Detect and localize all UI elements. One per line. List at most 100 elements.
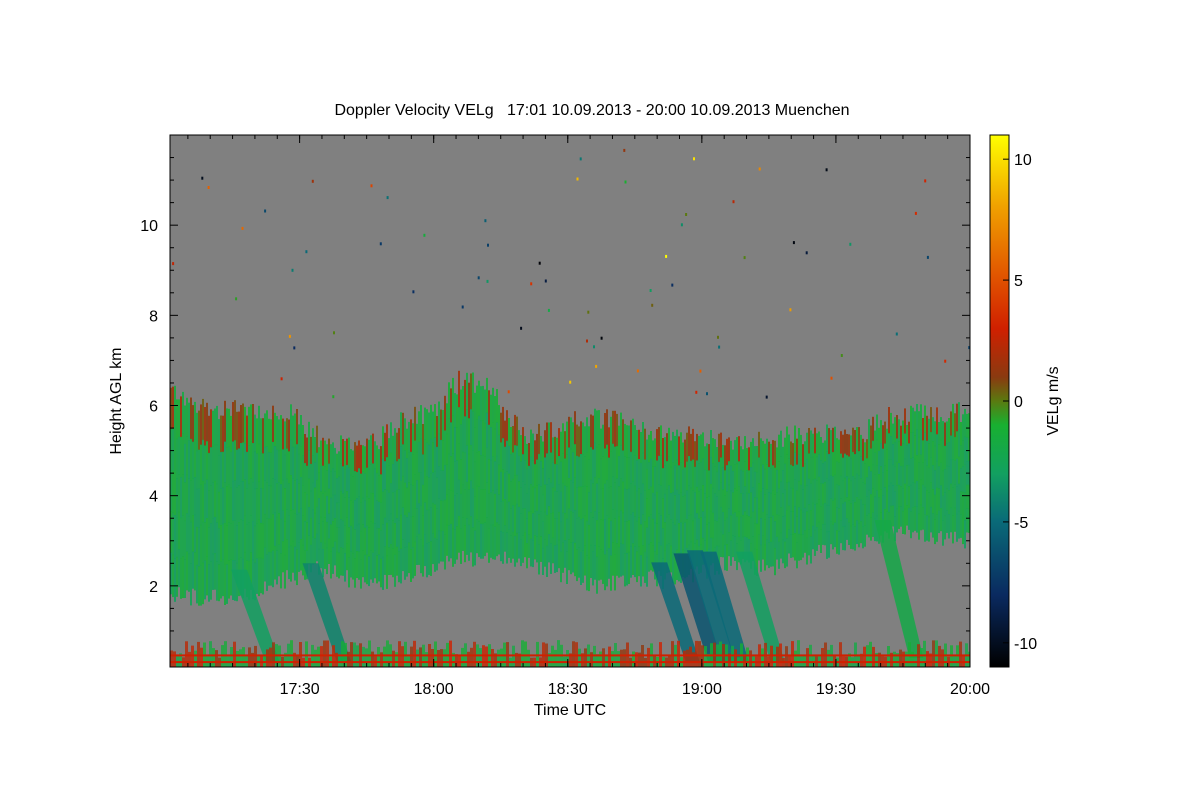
velocity-column — [734, 440, 736, 465]
velocity-column — [750, 517, 752, 544]
velocity-column — [344, 469, 346, 498]
velocity-column — [358, 523, 360, 552]
velocity-column — [612, 476, 614, 510]
ground-clutter — [776, 646, 779, 667]
velocity-column — [956, 513, 958, 542]
velocity-column — [870, 517, 872, 541]
velocity-column — [648, 543, 650, 572]
velocity-column — [662, 438, 664, 469]
velocity-column — [598, 478, 600, 513]
velocity-column — [700, 489, 702, 518]
velocity-column — [870, 448, 872, 472]
velocity-column — [706, 443, 708, 471]
velocity-column — [948, 514, 950, 539]
velocity-column — [228, 408, 230, 448]
velocity-column — [742, 471, 744, 494]
velocity-column — [428, 477, 430, 511]
velocity-column — [182, 433, 184, 475]
velocity-column — [638, 488, 640, 518]
velocity-column — [500, 471, 502, 502]
velocity-column — [868, 419, 870, 444]
velocity-column — [850, 480, 852, 504]
velocity-column — [354, 442, 356, 472]
velocity-column — [342, 466, 344, 494]
velocity-column — [594, 408, 596, 444]
velocity-column — [450, 456, 452, 491]
velocity-column — [682, 496, 684, 524]
velocity-column — [390, 452, 392, 484]
velocity-column — [822, 442, 824, 464]
velocity-column — [186, 513, 188, 552]
velocity-column — [922, 462, 924, 486]
velocity-column — [272, 550, 274, 588]
velocity-column — [172, 428, 174, 472]
velocity-column — [548, 478, 550, 507]
velocity-column — [666, 461, 668, 490]
velocity-column — [592, 517, 594, 552]
velocity-column — [448, 453, 450, 490]
velocity-column — [358, 440, 360, 469]
velocity-column — [940, 439, 942, 463]
velocity-column — [192, 551, 194, 589]
velocity-column — [184, 405, 186, 445]
velocity-column — [696, 460, 698, 488]
velocity-column — [300, 415, 302, 447]
velocity-column — [206, 479, 208, 519]
velocity-column — [198, 527, 200, 567]
velocity-column — [616, 510, 618, 544]
velocity-column — [290, 545, 292, 582]
ground-clutter — [305, 641, 308, 667]
velocity-column — [894, 466, 896, 492]
velocity-column — [428, 412, 430, 446]
velocity-column — [190, 563, 192, 606]
velocity-column — [850, 503, 852, 527]
velocity-column — [322, 493, 324, 522]
velocity-column — [172, 512, 174, 556]
velocity-column — [206, 441, 208, 481]
velocity-column — [828, 453, 830, 481]
velocity-column — [670, 466, 672, 494]
velocity-column — [354, 471, 356, 501]
velocity-column — [740, 446, 742, 471]
ground-clutter — [266, 649, 269, 667]
ground-clutter — [554, 649, 557, 667]
velocity-column — [818, 454, 820, 478]
velocity-column — [738, 486, 740, 512]
velocity-column — [752, 438, 754, 464]
velocity-column — [834, 522, 836, 548]
velocity-column — [602, 424, 604, 457]
velocity-column — [464, 452, 466, 490]
velocity-column — [356, 551, 358, 578]
velocity-column — [842, 480, 844, 505]
velocity-column — [248, 445, 250, 485]
colorbar-tick-label: 5 — [1014, 273, 1023, 290]
velocity-column — [436, 416, 438, 448]
velocity-column — [426, 543, 428, 578]
velocity-column — [448, 525, 450, 562]
velocity-column — [284, 554, 286, 589]
velocity-column — [434, 537, 436, 572]
velocity-column — [294, 413, 296, 448]
velocity-column — [638, 459, 640, 489]
velocity-column — [650, 431, 652, 460]
velocity-column — [806, 432, 808, 460]
velocity-column — [290, 510, 292, 547]
velocity-column — [212, 553, 214, 590]
velocity-column — [332, 521, 334, 548]
velocity-column — [476, 519, 478, 554]
velocity-column — [766, 539, 768, 566]
velocity-column — [664, 522, 666, 552]
velocity-column — [200, 524, 202, 566]
velocity-column — [510, 535, 512, 563]
velocity-column — [396, 518, 398, 548]
velocity-column — [320, 491, 322, 518]
velocity-column — [606, 444, 608, 481]
velocity-column — [886, 428, 888, 450]
velocity-column — [728, 437, 730, 462]
velocity-column — [542, 521, 544, 549]
velocity-column — [550, 422, 552, 453]
velocity-column — [796, 542, 798, 569]
velocity-column — [656, 460, 658, 493]
velocity-column — [346, 491, 348, 518]
velocity-column — [400, 548, 402, 584]
